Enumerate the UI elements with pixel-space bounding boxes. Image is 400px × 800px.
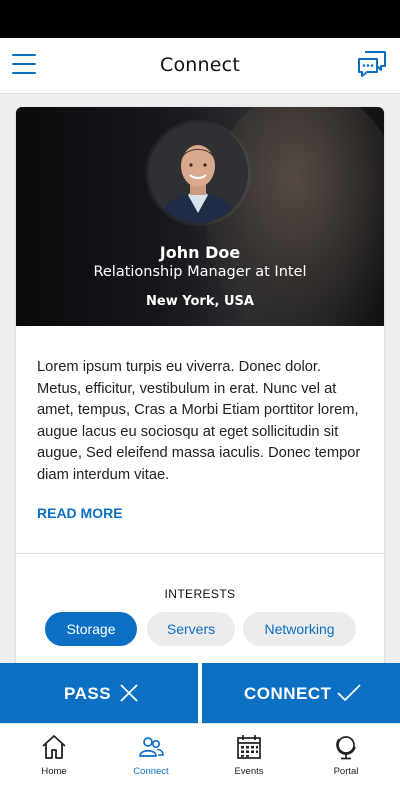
pass-button[interactable]: PASS xyxy=(0,663,198,723)
globe-icon xyxy=(336,736,356,760)
avatar xyxy=(148,123,248,223)
calendar-icon xyxy=(237,735,261,759)
tab-portal[interactable]: Portal xyxy=(306,724,386,794)
tab-connect[interactable]: Connect xyxy=(111,724,191,794)
profile-card: John Doe Relationship Manager at Intel N… xyxy=(16,107,384,707)
profile-hero: John Doe Relationship Manager at Intel N… xyxy=(16,107,384,326)
interest-chip-servers[interactable]: Servers xyxy=(147,612,235,646)
tab-events-label: Events xyxy=(234,766,264,777)
chat-icon[interactable] xyxy=(356,50,388,78)
read-more-link[interactable]: READ MORE xyxy=(37,505,123,521)
profile-location: New York, USA xyxy=(146,294,254,309)
status-bar xyxy=(0,0,400,38)
tab-events[interactable]: Events xyxy=(209,724,289,794)
connect-label: CONNECT xyxy=(244,684,332,703)
pass-label: PASS xyxy=(64,684,112,703)
profile-role: Relationship Manager at Intel xyxy=(93,264,307,280)
tab-home[interactable]: Home xyxy=(14,724,94,794)
divider xyxy=(16,553,384,554)
interests-title: INTERESTS xyxy=(164,587,236,601)
checkmark-icon xyxy=(337,684,361,702)
tab-portal-label: Portal xyxy=(333,766,359,777)
connect-button[interactable]: CONNECT xyxy=(202,663,400,723)
profile-name: John Doe xyxy=(159,243,241,262)
people-icon xyxy=(139,737,164,757)
action-bar: PASS CONNECT xyxy=(0,663,400,723)
interest-chip-networking[interactable]: Networking xyxy=(243,612,356,646)
tab-connect-label: Connect xyxy=(133,766,169,777)
home-icon xyxy=(42,735,66,759)
profile-bio: Lorem ipsum turpis eu viverra. Donec dol… xyxy=(37,359,361,483)
close-icon xyxy=(120,684,138,702)
interest-chip-storage[interactable]: Storage xyxy=(45,612,137,646)
page-title: Connect xyxy=(160,54,240,76)
tab-home-label: Home xyxy=(41,766,67,777)
bottom-tab-bar: Home Connect Events Portal xyxy=(0,723,400,800)
app-header: Connect xyxy=(0,38,400,94)
